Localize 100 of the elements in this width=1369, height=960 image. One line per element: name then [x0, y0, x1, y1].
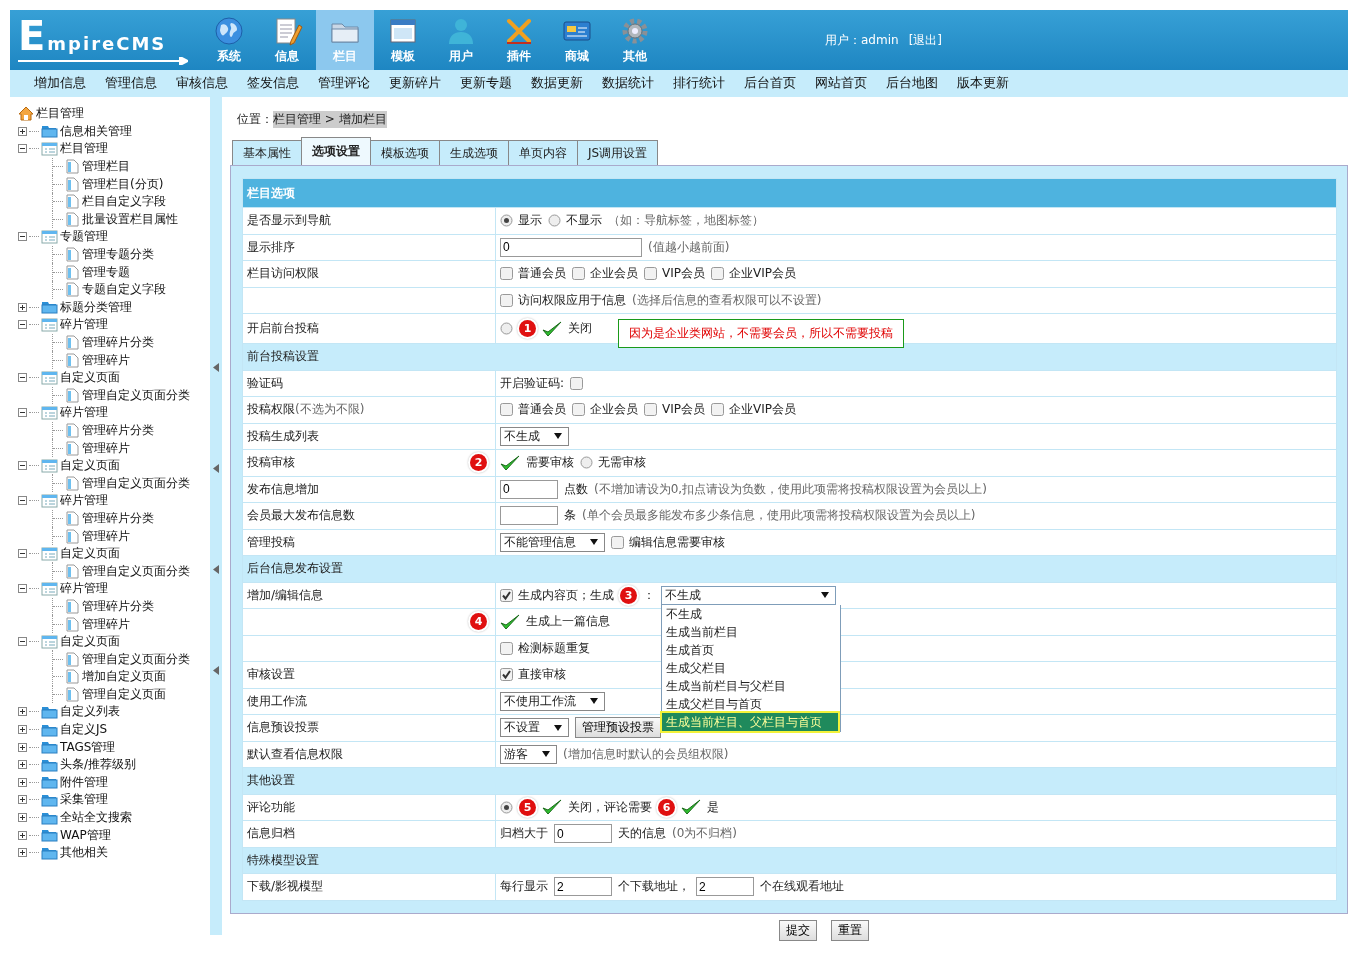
checkbox-icon[interactable]: [572, 267, 585, 281]
checkbox-icon[interactable]: [572, 403, 585, 417]
tree-item[interactable]: 栏目管理: [60, 140, 108, 158]
form-button[interactable]: 重置: [831, 919, 869, 941]
tree-item[interactable]: 附件管理: [60, 773, 108, 791]
tree-item[interactable]: 碎片管理: [60, 492, 108, 510]
form-button[interactable]: 提交: [779, 919, 817, 941]
tree-item[interactable]: 管理碎片分类: [82, 334, 154, 351]
dropdown-option[interactable]: 生成首页: [662, 640, 840, 659]
dropdown-select[interactable]: 不生成: [500, 426, 569, 446]
nav-item[interactable]: 其他: [606, 10, 664, 70]
tree-item[interactable]: 碎片管理: [60, 316, 108, 334]
menu-link[interactable]: 更新专题: [460, 75, 512, 92]
checkbox-option[interactable]: 企业VIP会员: [711, 265, 796, 283]
tree-item[interactable]: 管理碎片分类: [82, 509, 154, 527]
dropdown-select[interactable]: 游客: [500, 744, 557, 764]
menu-link[interactable]: 网站首页: [815, 75, 867, 92]
tree-root[interactable]: 栏目管理: [36, 105, 84, 123]
tree-item[interactable]: 管理自定义页面分类: [82, 650, 190, 668]
tree-item[interactable]: TAGS管理: [60, 738, 116, 756]
checkbox-icon[interactable]: [500, 403, 513, 417]
tree-item[interactable]: 全站全文搜索: [60, 809, 132, 827]
collapse-arrow-icon[interactable]: [213, 363, 219, 372]
nav-item[interactable]: 信息: [258, 10, 316, 70]
tree-item[interactable]: 自定义JS: [60, 721, 108, 739]
checkbox-option[interactable]: 企业会员: [572, 401, 638, 419]
collapse-icon[interactable]: [18, 408, 27, 418]
collapse-icon[interactable]: [18, 461, 27, 471]
menu-link[interactable]: 审核信息: [176, 75, 228, 92]
tree-item[interactable]: 管理自定义页面: [82, 685, 166, 703]
nav-item[interactable]: 商城: [548, 10, 606, 70]
tree-item[interactable]: 自定义页面: [60, 457, 120, 475]
checkbox-icon[interactable]: [500, 588, 513, 602]
tree-item[interactable]: 管理自定义页面分类: [82, 474, 190, 492]
checkbox-icon[interactable]: [611, 535, 624, 549]
checkbox-option[interactable]: 普通会员: [500, 401, 566, 419]
checkbox-icon[interactable]: [644, 403, 657, 417]
checkbox-option[interactable]: 编辑信息需要审核: [611, 533, 725, 551]
text-field[interactable]: 0: [500, 237, 642, 257]
tab[interactable]: 基本属性: [232, 140, 302, 165]
checkbox[interactable]: [570, 376, 584, 390]
tree-item[interactable]: 管理碎片: [82, 615, 130, 633]
tree-item[interactable]: 管理栏目: [82, 158, 130, 176]
checkbox-icon[interactable]: [500, 641, 513, 655]
dropdown-option[interactable]: 生成当前栏目与父栏目: [662, 676, 840, 695]
menu-link[interactable]: 管理评论: [318, 75, 370, 92]
tree-item[interactable]: 管理碎片: [82, 439, 130, 457]
checkbox-icon[interactable]: [500, 267, 513, 281]
menu-link[interactable]: 后台地图: [886, 75, 938, 92]
text-field[interactable]: 2: [696, 877, 754, 897]
dropdown-option[interactable]: 生成父栏目与首页: [662, 694, 840, 713]
menu-link[interactable]: 更新碎片: [389, 75, 441, 92]
tree-item[interactable]: 管理自定义页面分类: [82, 386, 190, 404]
tree-item[interactable]: 自定义页面: [60, 633, 120, 651]
checkbox-option[interactable]: 直接审核: [500, 666, 566, 684]
tree-item[interactable]: 碎片管理: [60, 404, 108, 422]
tree-item[interactable]: 其他相关: [60, 844, 108, 862]
radio-icon[interactable]: [548, 214, 561, 228]
collapse-icon[interactable]: [18, 320, 27, 330]
checkbox-icon[interactable]: [500, 668, 513, 682]
checkbox-icon[interactable]: [711, 403, 724, 417]
tree-item[interactable]: 管理专题分类: [82, 246, 154, 264]
tree-item[interactable]: 管理栏目(分页): [82, 175, 164, 193]
checkbox-option[interactable]: 访问权限应用于信息: [500, 291, 626, 309]
expand-icon[interactable]: [18, 813, 27, 823]
expand-icon[interactable]: [18, 126, 27, 136]
tree-item[interactable]: 自定义页面: [60, 545, 120, 563]
radio-button[interactable]: [500, 800, 513, 814]
collapse-arrow-icon[interactable]: [213, 666, 219, 675]
tab[interactable]: 模板选项: [370, 140, 440, 165]
dropdown-select[interactable]: 不能管理信息: [500, 532, 605, 552]
menu-link[interactable]: 版本更新: [957, 75, 1009, 92]
nav-item[interactable]: 系统: [200, 10, 258, 70]
checkbox-option[interactable]: 生成内容页；生成: [500, 586, 614, 604]
collapse-icon[interactable]: [18, 549, 27, 559]
checkbox-icon[interactable]: [644, 267, 657, 281]
radio-icon[interactable]: [500, 214, 513, 228]
collapse-arrow-icon[interactable]: [213, 565, 219, 574]
tree-item[interactable]: 专题自定义字段: [82, 281, 166, 299]
tab[interactable]: 单页内容: [508, 140, 578, 165]
tree-item[interactable]: 管理碎片: [82, 351, 130, 369]
radio-icon[interactable]: [580, 456, 593, 470]
text-field[interactable]: 0: [554, 824, 612, 844]
checkbox-option[interactable]: VIP会员: [644, 401, 705, 419]
nav-item[interactable]: 用户: [432, 10, 490, 70]
tree-item[interactable]: 信息相关管理: [60, 122, 132, 140]
tree-item[interactable]: 碎片管理: [60, 580, 108, 598]
expand-icon[interactable]: [18, 777, 27, 787]
checkbox-option[interactable]: 普通会员: [500, 265, 566, 283]
menu-link[interactable]: 数据统计: [602, 75, 654, 92]
collapse-icon[interactable]: [18, 373, 27, 383]
menu-link[interactable]: 后台首页: [744, 75, 796, 92]
menu-link[interactable]: 签发信息: [247, 75, 299, 92]
nav-item[interactable]: 模板: [374, 10, 432, 70]
collapse-icon[interactable]: [18, 584, 27, 594]
tree-item[interactable]: 标题分类管理: [60, 298, 132, 316]
dropdown-option[interactable]: 不生成: [662, 604, 840, 623]
collapse-icon[interactable]: [18, 144, 27, 154]
checkbox-option[interactable]: 检测标题重复: [500, 639, 590, 657]
checkbox-option[interactable]: 企业VIP会员: [711, 401, 796, 419]
